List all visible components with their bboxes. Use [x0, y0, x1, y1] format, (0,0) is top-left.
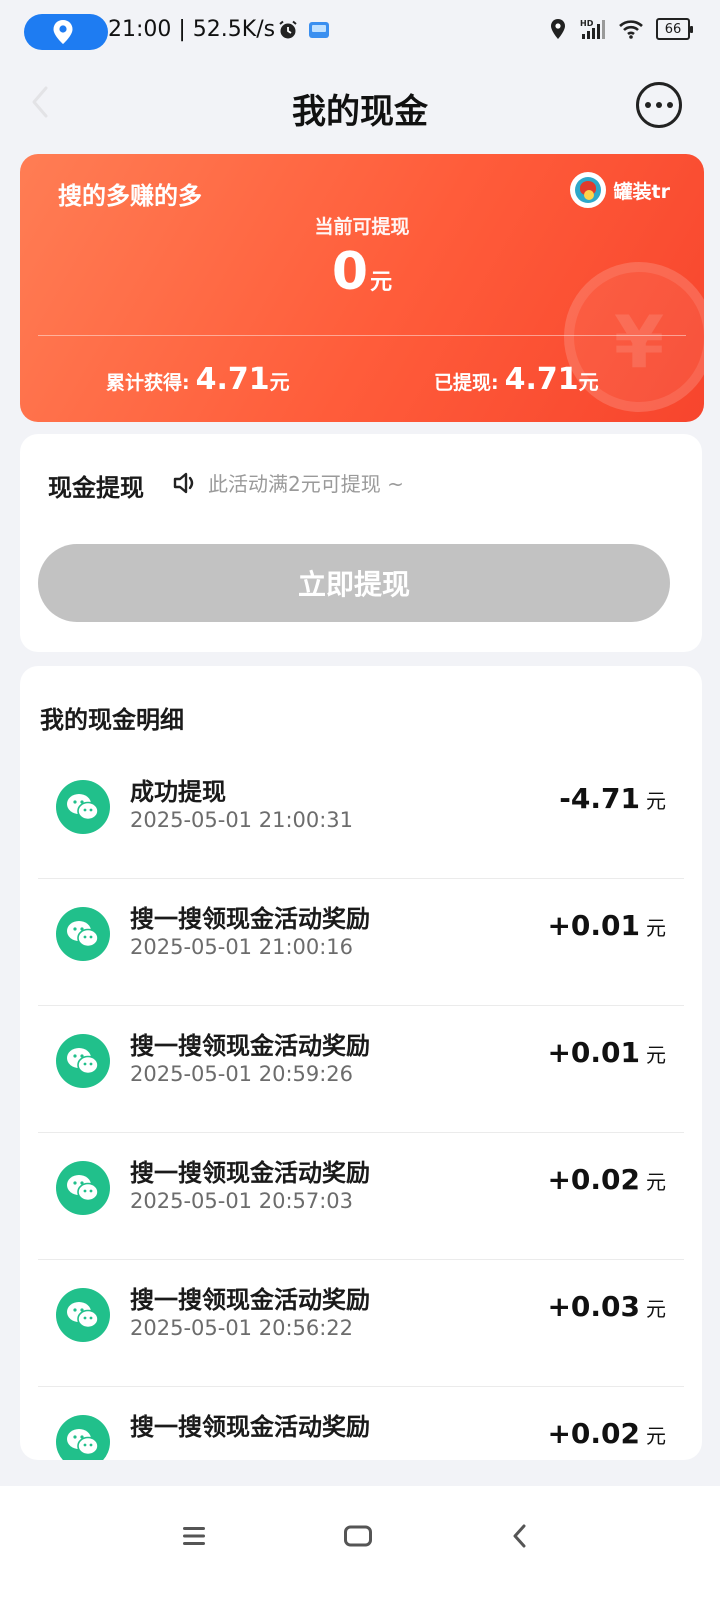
- row-time: 2025-05-01 21:00:16: [130, 935, 354, 959]
- amount-value: +0.02: [547, 1417, 640, 1450]
- amount-unit: 元: [646, 916, 666, 940]
- more-dot-icon: [667, 102, 673, 108]
- withdraw-now-button[interactable]: 立即提现: [38, 544, 670, 622]
- list-item[interactable]: 搜一搜领现金活动奖励 2025-05-01 20:57:03 +0.02 元: [38, 1133, 684, 1260]
- row-title: 搜一搜领现金活动奖励: [130, 1413, 370, 1441]
- list-item[interactable]: 搜一搜领现金活动奖励 +0.02 元: [38, 1387, 684, 1460]
- wechat-icon: [56, 1288, 110, 1342]
- row-time: 2025-05-01 21:00:31: [130, 808, 354, 832]
- page-title: 我的现金: [292, 92, 428, 132]
- row-title: 搜一搜领现金活动奖励: [130, 905, 370, 933]
- amount-unit: 元: [646, 1170, 666, 1194]
- withdrawn-label: 已提现:: [434, 372, 499, 394]
- available-value: 0: [331, 242, 369, 302]
- wechat-icon: [56, 780, 110, 834]
- system-nav-bar: [0, 1486, 720, 1600]
- row-time: 2025-05-01 20:56:22: [130, 1316, 354, 1340]
- image-notification-icon: [309, 22, 329, 38]
- svg-text:HD: HD: [580, 19, 594, 28]
- list-item[interactable]: 搜一搜领现金活动奖励 2025-05-01 20:56:22 +0.03 元: [38, 1260, 684, 1387]
- row-title: 成功提现: [130, 778, 226, 806]
- withdraw-title: 现金提现: [48, 474, 144, 502]
- row-amount: +0.02 元: [547, 1163, 666, 1196]
- location-pill[interactable]: [24, 14, 108, 50]
- more-dot-icon: [656, 102, 662, 108]
- earned-unit: 元: [269, 370, 290, 394]
- battery-level: 66: [664, 21, 682, 37]
- wechat-icon: [56, 1034, 110, 1088]
- list-item[interactable]: 成功提现 2025-05-01 21:00:31 -4.71 元: [38, 752, 684, 879]
- amount-value: +0.01: [547, 909, 640, 942]
- status-bar: 21:00 | 52.5K/s HD 66: [0, 0, 720, 64]
- alarm-icon: [279, 20, 297, 39]
- row-amount: +0.02 元: [547, 1417, 666, 1450]
- location-pin-icon: [53, 20, 73, 44]
- row-title: 搜一搜领现金活动奖励: [130, 1159, 370, 1187]
- card-divider: [38, 335, 686, 336]
- withdraw-notice: 此活动满2元可提现 ~: [172, 468, 404, 497]
- amount-value: +0.01: [547, 1036, 640, 1069]
- back-nav-button[interactable]: [500, 1516, 540, 1556]
- user-chip[interactable]: 罐装tr: [569, 172, 670, 208]
- amount-unit: 元: [646, 1043, 666, 1067]
- row-amount: +0.01 元: [547, 1036, 666, 1069]
- home-icon: [344, 1525, 372, 1547]
- card-slogan: 搜的多赚的多: [58, 182, 202, 210]
- wifi-icon: [619, 20, 643, 39]
- withdrawn-value: 4.71: [504, 362, 579, 397]
- total-earned-stat: 累计获得: 4.71 元: [106, 362, 290, 397]
- list-item[interactable]: 搜一搜领现金活动奖励 2025-05-01 21:00:16 +0.01 元: [38, 879, 684, 1006]
- menu-icon: [183, 1527, 205, 1545]
- hd-signal-icon: HD: [580, 19, 605, 39]
- amount-unit: 元: [646, 1424, 666, 1448]
- earned-label: 累计获得:: [106, 372, 190, 394]
- withdraw-card: 现金提现 此活动满2元可提现 ~ 立即提现: [20, 434, 702, 652]
- speaker-icon: [173, 472, 194, 493]
- row-time: 2025-05-01 20:57:03: [130, 1189, 354, 1213]
- row-time: 2025-05-01 20:59:26: [130, 1062, 354, 1086]
- row-amount: +0.03 元: [547, 1290, 666, 1323]
- amount-value: -4.71: [559, 782, 640, 815]
- more-dot-icon: [645, 102, 651, 108]
- row-amount: +0.01 元: [547, 909, 666, 942]
- row-title: 搜一搜领现金活动奖励: [130, 1286, 370, 1314]
- wechat-icon: [56, 907, 110, 961]
- status-time-speed: 21:00 | 52.5K/s: [108, 17, 276, 42]
- notice-text: 此活动满2元可提现 ~: [208, 472, 404, 496]
- row-amount: -4.71 元: [559, 782, 666, 815]
- amount-unit: 元: [646, 1297, 666, 1321]
- cash-details-card: 我的现金明细 成功提现 2025-05-01 21:00:31 -4.71 元 …: [20, 666, 702, 1460]
- available-amount: 0元: [20, 242, 704, 302]
- home-button[interactable]: [338, 1516, 378, 1556]
- details-title: 我的现金明细: [40, 706, 184, 734]
- balance-card: ¥ 搜的多赚的多 罐装tr 当前可提现 0元 累计获得: 4.71 元 已提现:…: [20, 154, 704, 422]
- menu-button[interactable]: [174, 1516, 214, 1556]
- amount-unit: 元: [646, 789, 666, 813]
- row-title: 搜一搜领现金活动奖励: [130, 1032, 370, 1060]
- available-label: 当前可提现: [314, 216, 410, 238]
- list-item[interactable]: 搜一搜领现金活动奖励 2025-05-01 20:59:26 +0.01 元: [38, 1006, 684, 1133]
- wechat-icon: [56, 1161, 110, 1215]
- more-options-button[interactable]: [636, 82, 682, 128]
- wechat-icon: [56, 1415, 110, 1460]
- user-name: 罐装tr: [613, 180, 670, 203]
- available-unit: 元: [370, 270, 393, 295]
- location-icon: [551, 19, 565, 39]
- amount-value: +0.03: [547, 1290, 640, 1323]
- avatar: [569, 172, 606, 208]
- details-list: 成功提现 2025-05-01 21:00:31 -4.71 元 搜一搜领现金活…: [20, 752, 702, 1460]
- back-arrow-icon: [513, 1524, 526, 1548]
- earned-value: 4.71: [195, 362, 270, 397]
- withdrawn-stat: 已提现: 4.71 元: [434, 362, 599, 397]
- withdrawn-unit: 元: [578, 370, 599, 394]
- amount-value: +0.02: [547, 1163, 640, 1196]
- battery-icon: 66: [656, 18, 693, 40]
